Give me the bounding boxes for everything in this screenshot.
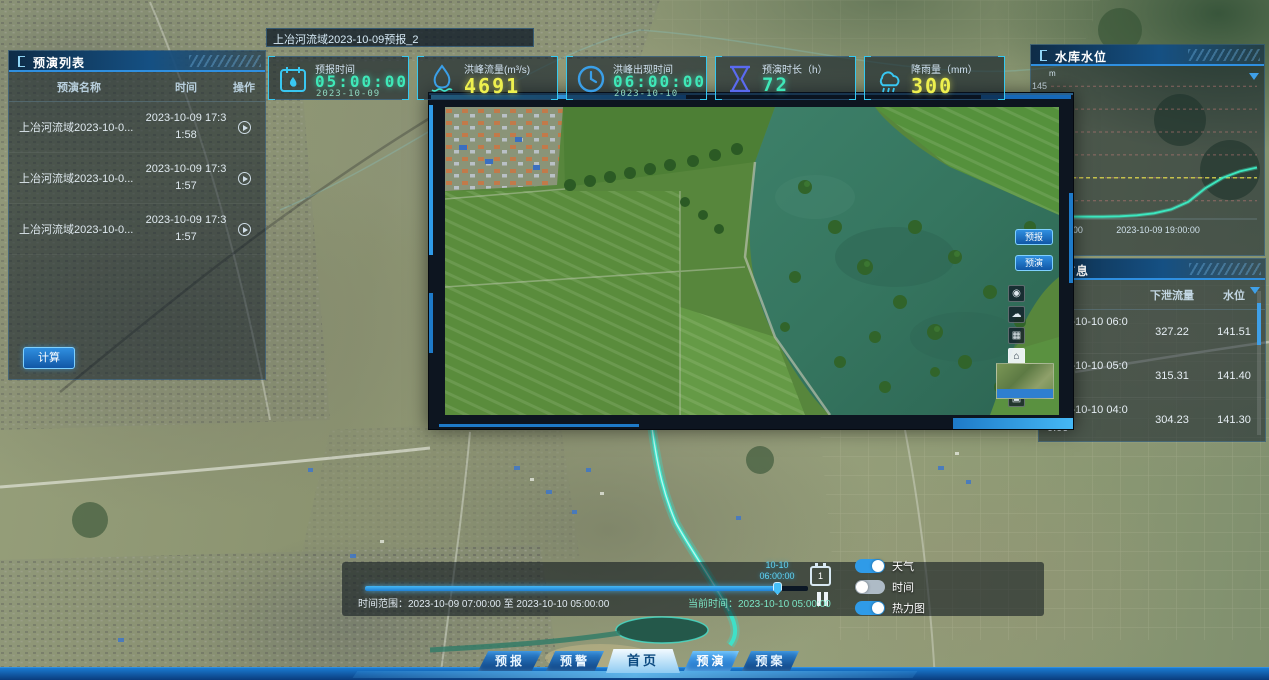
minimap-label-bar (997, 389, 1053, 398)
nav-tab-rehearsal[interactable]: 预演 (684, 651, 739, 671)
frame-accent (429, 105, 433, 255)
svg-text:m: m (1049, 69, 1056, 78)
stat-card-duration: 预演时长（h） 72 (715, 56, 856, 100)
svg-text:2023-10-09 19:00:00: 2023-10-09 19:00:00 (1116, 225, 1200, 235)
calculate-button[interactable]: 计算 (23, 347, 75, 369)
rehearsal-row[interactable]: 上冶河流域2023-10-0... 2023-10-09 17:31:57 (9, 204, 265, 255)
minimap[interactable] (996, 363, 1054, 399)
rehearsal-row[interactable]: 上冶河流域2023-10-0... 2023-10-09 17:31:58 (9, 102, 265, 153)
flood-scene-render (445, 107, 1059, 415)
calendar-water-icon (278, 64, 308, 94)
timeline-tooltip: 10-10 06:00:00 (742, 560, 812, 583)
scrollbar-thumb[interactable] (1257, 303, 1261, 345)
toggle-heatmap[interactable]: 热力图 (855, 600, 925, 616)
timeline-fill (365, 586, 777, 591)
time-switch[interactable] (855, 580, 885, 594)
svg-text:145: 145 (1032, 81, 1047, 91)
heatmap-switch[interactable] (855, 601, 885, 615)
reservoir-level-title: 水库水位 (1031, 45, 1264, 66)
bottom-nav: 预报 预警 首页 预演 预案 (0, 648, 1269, 680)
timeline-track[interactable]: 10-10 06:00:00 (365, 586, 808, 591)
col-time: 时间 (143, 79, 229, 95)
nav-tab-warning[interactable]: 预警 (546, 651, 604, 671)
scrollbar[interactable] (1257, 291, 1261, 435)
droplet-icon (427, 64, 457, 94)
rehearsal-row[interactable]: 上冶河流域2023-10-0... 2023-10-09 17:31:57 (9, 153, 265, 204)
time-range-label: 时间范围：2023-10-09 07:00:00 至 2023-10-10 05… (358, 595, 609, 610)
col-action: 操作 (229, 79, 259, 95)
playback-timeline: 10-10 06:00:00 1 时间范围：2023-10-09 07:00:0… (342, 562, 1044, 616)
rain-icon (874, 64, 904, 94)
current-time-label: 当前时间：2023-10-10 05:00:00 (688, 595, 831, 610)
play-icon[interactable] (238, 223, 251, 236)
rehearsal-view-button[interactable]: 预演 (1015, 255, 1053, 271)
nav-tab-plan[interactable]: 预案 (742, 651, 799, 671)
col-name: 预演名称 (15, 79, 143, 95)
nav-tab-home[interactable]: 首页 (606, 649, 680, 673)
calendar-icon[interactable]: ▦ (1008, 327, 1025, 344)
frame-accent (953, 418, 1073, 429)
rehearsal-list-header: 预演名称 时间 操作 (9, 72, 265, 102)
frame-accent (439, 424, 639, 427)
toggle-time[interactable]: 时间 (855, 579, 925, 595)
rehearsal-list-title: 预演列表 (9, 51, 265, 72)
frame-accent (429, 293, 433, 353)
toggle-weather[interactable]: 天气 (855, 558, 925, 574)
layer-toggles: 天气 时间 热力图 (855, 558, 925, 621)
flood-simulation-viewer[interactable]: 预报 预演 ◉ ☁ ▦ ⌂ ▤ ▣ (428, 92, 1074, 430)
timeline-handle[interactable] (773, 582, 782, 595)
stat-card-rainfall: 降雨量（mm） 300 (864, 56, 1005, 100)
stat-card-peak-flow: 洪峰流量(m³/s) 4691 (417, 56, 558, 100)
clock-icon (576, 64, 606, 94)
forecast-view-button[interactable]: 预报 (1015, 229, 1053, 245)
weather-switch[interactable] (855, 559, 885, 573)
scenario-title-tab[interactable]: 上冶河流域2023-10-09预报_2 (266, 28, 534, 47)
stat-card-peak-time: 洪峰出现时间 06:00:00 2023-10-10 (566, 56, 707, 100)
flood-dashboard: 预演列表 预演名称 时间 操作 上冶河流域2023-10-0... 2023-1… (0, 0, 1269, 680)
help-icon[interactable]: ◉ (1008, 285, 1025, 302)
calendar-button[interactable]: 1 (810, 566, 831, 586)
play-icon[interactable] (238, 121, 251, 134)
rehearsal-list-panel: 预演列表 预演名称 时间 操作 上冶河流域2023-10-0... 2023-1… (8, 50, 266, 380)
cloud-icon[interactable]: ☁ (1008, 306, 1025, 323)
hourglass-icon (725, 64, 755, 94)
frame-accent (1069, 193, 1073, 283)
stat-card-forecast-time: 预报时间 05:00:00 2023-10-09 (268, 56, 409, 100)
3d-flood-scene[interactable]: 预报 预演 ◉ ☁ ▦ ⌂ ▤ ▣ (445, 107, 1059, 415)
play-icon[interactable] (238, 172, 251, 185)
nav-tab-forecast[interactable]: 预报 (478, 651, 542, 671)
